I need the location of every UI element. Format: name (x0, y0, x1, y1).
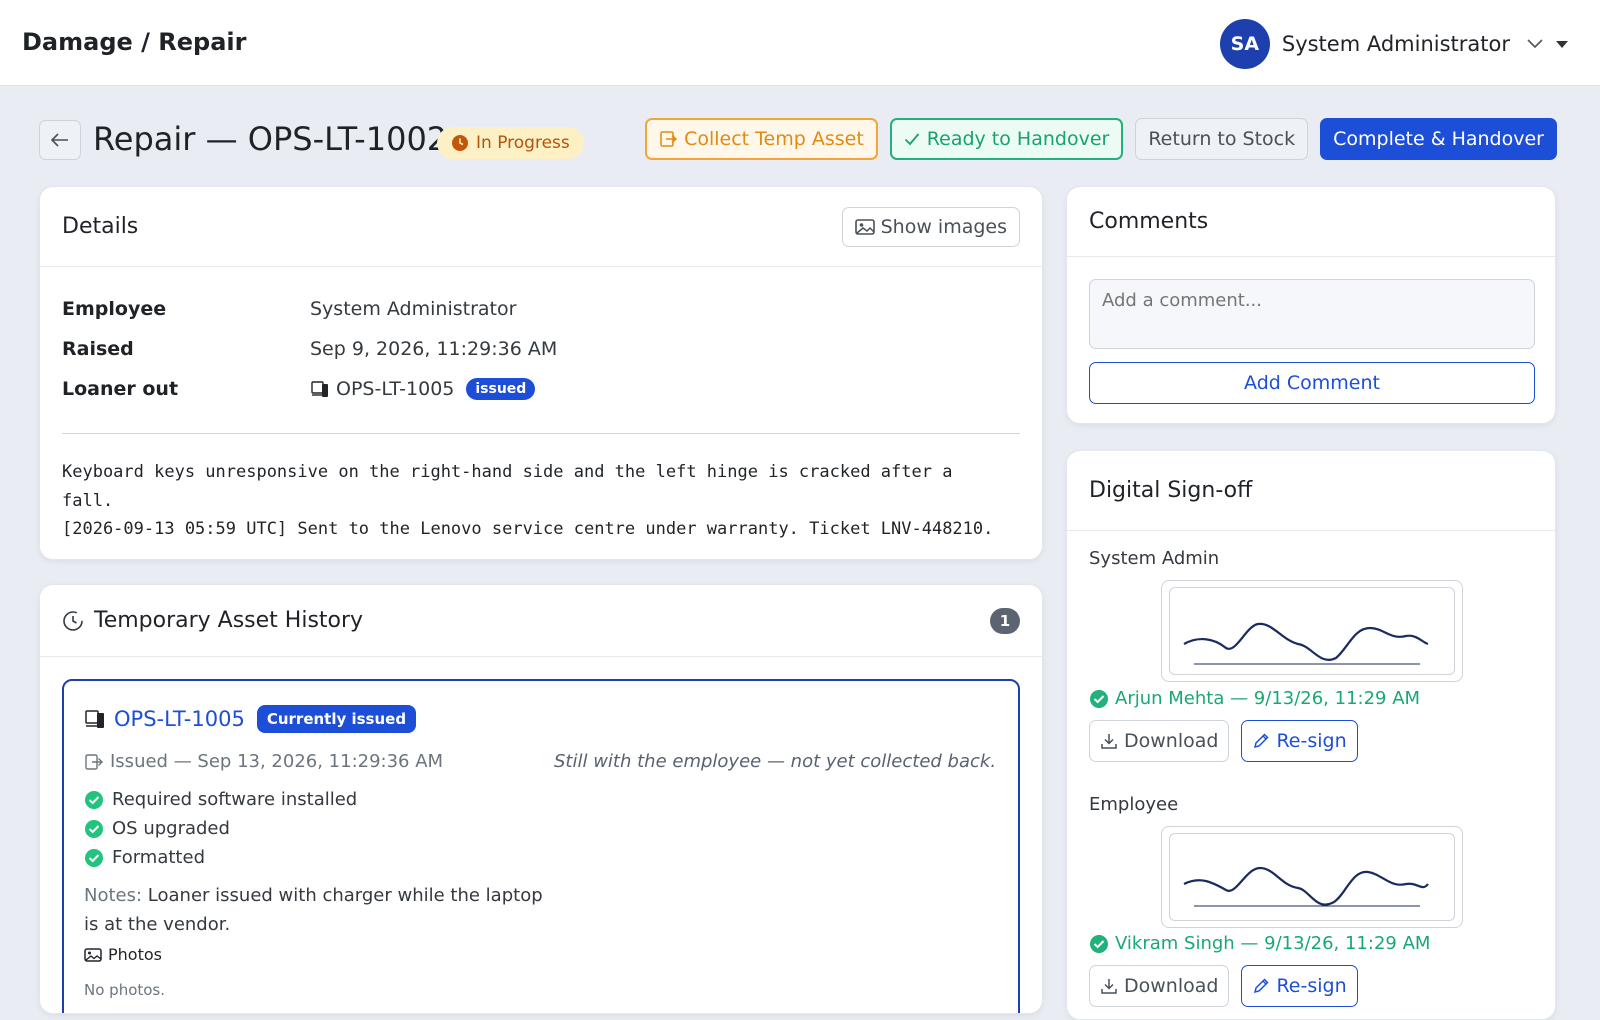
download-signature-button[interactable]: Download (1089, 720, 1230, 762)
photos-heading: Photos (84, 945, 162, 964)
box-arrow-out-icon (85, 753, 103, 770)
status-text: In Progress (476, 133, 570, 153)
detail-value: OPS-LT-1005 issued (310, 378, 536, 400)
download-signature-button[interactable]: Download (1089, 965, 1230, 1007)
history-count-badge: 1 (990, 607, 1020, 634)
page-header: Repair — OPS-LT-1002 In Progress Collect… (39, 118, 1557, 166)
detail-value: System Administrator (310, 298, 517, 320)
signer-role: System Admin (1089, 548, 1220, 569)
signature-image (1183, 622, 1429, 665)
signoff-title: Digital Sign-off (1089, 478, 1253, 503)
back-button[interactable] (39, 120, 81, 160)
return-to-stock-button[interactable]: Return to Stock (1135, 118, 1309, 160)
detail-row-employee: Employee System Administrator (62, 289, 1020, 329)
user-name: System Administrator (1281, 32, 1510, 56)
checklist-item: Required software installed (84, 785, 357, 814)
status-badge: In Progress (437, 127, 584, 159)
verified-badge-icon (1090, 689, 1108, 708)
signature-preview (1161, 826, 1463, 928)
temporary-asset-history-card: Temporary Asset History 1 OPS-LT-1005 Cu… (39, 584, 1043, 1014)
no-photos-text: No photos. (84, 981, 166, 999)
currently-issued-badge: Currently issued (256, 705, 417, 733)
images-icon (84, 947, 102, 962)
check-circle-icon (85, 819, 103, 838)
checklist-item: Formatted (84, 843, 357, 872)
signed-by: Vikram Singh — 9/13/26, 11:29 AM (1089, 933, 1430, 954)
digital-signoff-card: Digital Sign-off System Admin Arjun Meht… (1066, 450, 1556, 1020)
detail-row-raised: Raised Sep 9, 2026, 11:29:36 AM (62, 329, 1020, 369)
download-icon (1101, 979, 1117, 994)
action-bar: Collect Temp Asset Ready to Handover Ret… (645, 118, 1557, 160)
pencil-icon (1254, 978, 1270, 994)
signature-preview (1161, 580, 1463, 682)
laptop-phone-icon (85, 710, 104, 728)
checklist-item: OS upgraded (84, 814, 357, 843)
clock-icon (452, 135, 468, 151)
chevron-down-icon[interactable] (1526, 35, 1544, 53)
divider (62, 433, 1020, 434)
notes-text: Loaner issued with charger while the lap… (84, 885, 543, 935)
show-images-button[interactable]: Show images (841, 206, 1020, 247)
issued-date: Issued — Sep 13, 2026, 11:29:36 AM (84, 751, 443, 772)
loaner-status-badge: issued (466, 378, 536, 400)
comments-header: Comments (1067, 187, 1555, 257)
details-title: Details (62, 214, 139, 239)
ready-to-handover-button[interactable]: Ready to Handover (889, 118, 1124, 160)
resign-button[interactable]: Re-sign (1241, 965, 1358, 1007)
add-comment-button[interactable]: Add Comment (1089, 362, 1535, 404)
check-icon (904, 133, 919, 146)
detail-value: Sep 9, 2026, 11:29:36 AM (310, 338, 558, 360)
detail-label: Raised (62, 338, 134, 360)
laptop-phone-icon (311, 381, 328, 397)
loaner-asset-id: OPS-LT-1005 (336, 378, 455, 400)
checklist: Required software installed OS upgraded … (84, 785, 357, 872)
app-title: Damage / Repair (22, 28, 247, 56)
detail-row-loaner: Loaner out OPS-LT-1005 issued (62, 369, 1020, 409)
history-header: Temporary Asset History 1 (40, 585, 1042, 657)
history-asset-link[interactable]: OPS-LT-1005 (114, 707, 245, 731)
detail-label: Employee (62, 298, 167, 320)
avatar: SA (1219, 19, 1270, 69)
comments-card: Comments Add Comment (1066, 186, 1556, 424)
check-circle-icon (85, 790, 103, 809)
history-entry: OPS-LT-1005 Currently issued Issued — Se… (62, 679, 1020, 1013)
repair-description: Keyboard keys unresponsive on the right-… (62, 462, 994, 539)
page-title: Repair — OPS-LT-1002 (93, 120, 448, 158)
complete-handover-button[interactable]: Complete & Handover (1320, 118, 1557, 160)
image-icon (854, 218, 875, 235)
notes-label: Notes: (84, 885, 143, 906)
details-card: Details Show images Employee System Admi… (39, 186, 1043, 560)
comment-input[interactable] (1089, 279, 1535, 349)
history-icon (63, 610, 83, 631)
signoff-header: Digital Sign-off (1067, 451, 1555, 531)
resign-button[interactable]: Re-sign (1241, 720, 1358, 762)
details-list: Employee System Administrator Raised Sep… (40, 267, 1042, 409)
box-arrow-in-icon (660, 131, 678, 147)
details-header: Details Show images (40, 187, 1042, 267)
dropdown-caret-icon[interactable] (1556, 40, 1568, 48)
signature-image (1183, 866, 1429, 907)
top-bar: Damage / Repair SA System Administrator (0, 0, 1600, 86)
collection-status-note: Still with the employee — not yet collec… (554, 751, 997, 772)
signer-role: Employee (1089, 794, 1179, 815)
signed-by: Arjun Mehta — 9/13/26, 11:29 AM (1089, 688, 1420, 709)
loan-notes: Notes: Loaner issued with charger while … (84, 881, 544, 939)
check-circle-icon (85, 848, 103, 867)
pencil-icon (1254, 733, 1270, 749)
collect-temp-asset-button[interactable]: Collect Temp Asset (645, 118, 878, 160)
arrow-left-icon (51, 133, 68, 147)
detail-label: Loaner out (62, 378, 179, 400)
user-menu[interactable]: SA System Administrator (1219, 19, 1568, 69)
history-title: Temporary Asset History (94, 608, 364, 633)
download-icon (1101, 734, 1117, 749)
verified-badge-icon (1090, 934, 1108, 953)
comments-title: Comments (1089, 209, 1209, 234)
